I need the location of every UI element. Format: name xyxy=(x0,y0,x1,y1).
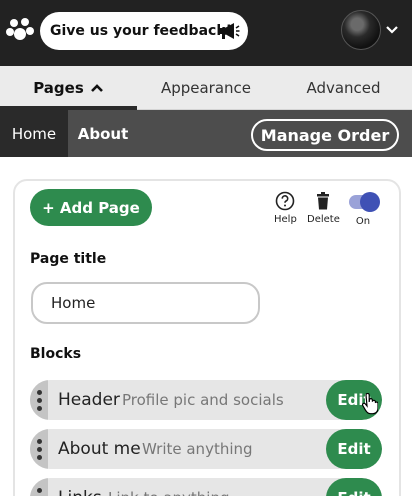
trash-icon xyxy=(317,192,330,210)
tab-appearance[interactable]: Appearance xyxy=(137,66,275,110)
block-description: Write anything xyxy=(142,440,253,458)
tab-pages[interactable]: Pages xyxy=(0,66,137,110)
feedback-button[interactable]: Give us your feedback! xyxy=(40,12,248,50)
add-page-button[interactable]: + Add Page xyxy=(30,189,152,226)
megaphone-icon xyxy=(220,23,240,39)
edit-button[interactable]: Edit xyxy=(326,429,382,469)
chevron-down-icon[interactable] xyxy=(385,24,399,36)
blocks-heading: Blocks xyxy=(30,346,82,362)
feedback-label: Give us your feedback! xyxy=(50,23,233,39)
visibility-toggle[interactable]: On xyxy=(349,191,380,227)
app: Give us your feedback! Pages Appearance … xyxy=(0,0,412,496)
block-row-about-me[interactable]: About me Write anything Edit xyxy=(30,429,382,469)
block-name: About me xyxy=(58,439,141,459)
block-name: Links xyxy=(58,478,102,496)
subnav-item-about[interactable]: About xyxy=(68,110,138,157)
avatar[interactable] xyxy=(341,10,381,50)
help-tool[interactable]: Help xyxy=(274,191,297,225)
tab-advanced[interactable]: Advanced xyxy=(275,66,412,110)
help-label: Help xyxy=(274,214,297,225)
block-row-header[interactable]: Header Profile pic and socials Edit xyxy=(30,380,382,420)
drag-handle-icon[interactable] xyxy=(30,478,48,496)
tab-pages-label: Pages xyxy=(33,79,84,97)
delete-tool[interactable]: Delete xyxy=(307,191,340,225)
toggle-switch[interactable] xyxy=(349,192,380,212)
chevron-up-icon xyxy=(90,84,103,92)
hand-cursor-icon xyxy=(361,393,378,415)
subnav-home-label: Home xyxy=(11,124,57,143)
drag-handle-icon[interactable] xyxy=(30,429,48,469)
block-description: Profile pic and socials xyxy=(122,391,284,409)
page-title-label: Page title xyxy=(30,251,107,267)
subnav-about-label: About xyxy=(77,124,129,143)
block-description: Link to anything xyxy=(108,478,229,496)
main-tabs: Pages Appearance Advanced xyxy=(0,66,412,110)
subnav-item-home[interactable]: Home xyxy=(0,110,68,157)
delete-label: Delete xyxy=(307,214,340,225)
block-row-links[interactable]: Links Link to anything Edit xyxy=(30,478,382,496)
toggle-knob xyxy=(360,192,380,212)
page-title-input[interactable] xyxy=(31,282,260,324)
tab-advanced-label: Advanced xyxy=(306,79,381,97)
help-icon xyxy=(276,191,295,211)
toggle-label: On xyxy=(355,216,371,227)
tab-appearance-label: Appearance xyxy=(160,79,252,97)
paw-logo-icon[interactable] xyxy=(6,17,34,45)
drag-handle-icon[interactable] xyxy=(30,380,48,420)
block-name: Header xyxy=(58,390,120,410)
top-bar: Give us your feedback! xyxy=(0,0,412,66)
manage-order-button[interactable]: Manage Order xyxy=(251,119,399,151)
